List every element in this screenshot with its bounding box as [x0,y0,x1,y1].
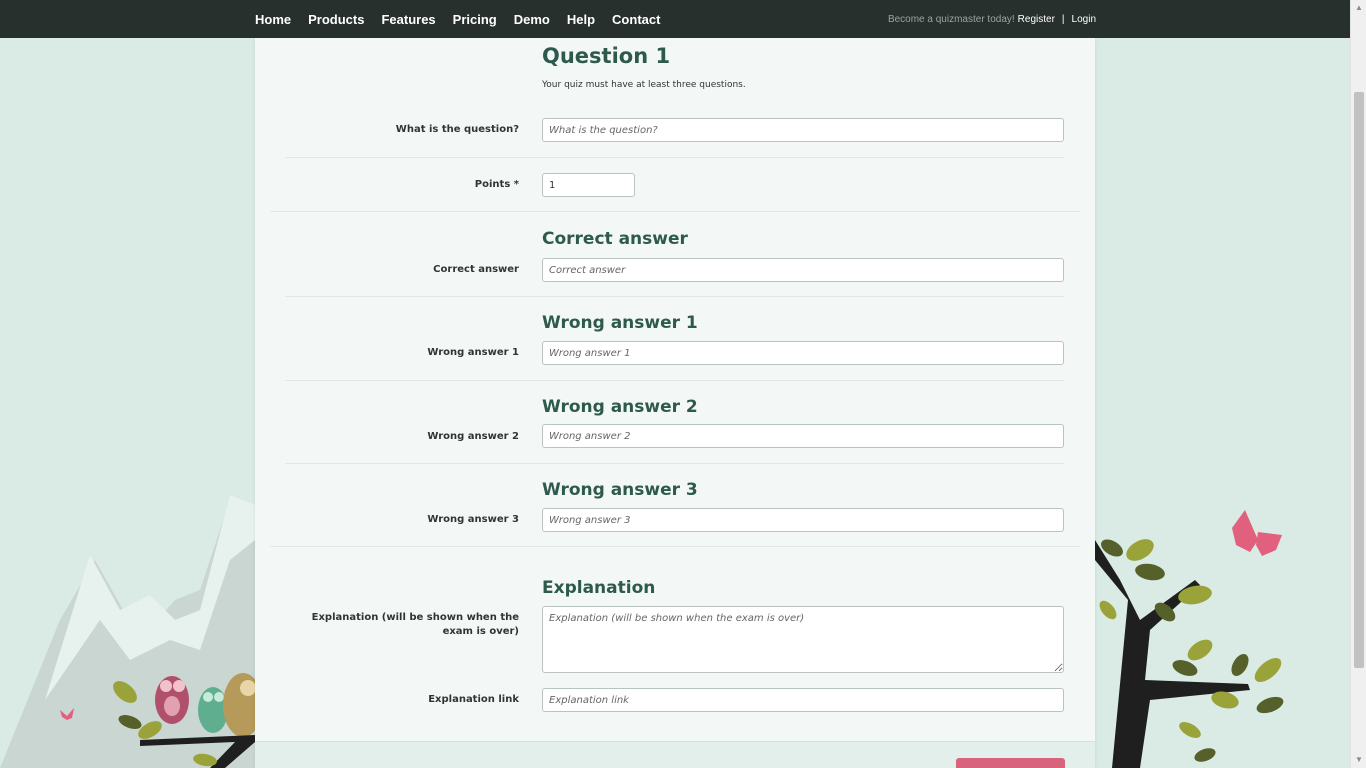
divider [285,380,1064,381]
vertical-scrollbar[interactable]: ▲ ▼ [1350,0,1366,768]
nav-contact[interactable]: Contact [612,12,660,27]
wrong-answer-2-label: Wrong answer 2 [427,431,519,442]
nav-products[interactable]: Products [308,12,364,27]
question-input[interactable] [542,118,1064,142]
divider [285,296,1064,297]
wrong-answer-2-input[interactable] [542,424,1064,448]
divider [285,463,1064,464]
wrong-answer-1-label: Wrong answer 1 [427,347,519,358]
correct-answer-input[interactable] [542,258,1064,282]
main-nav: Home Products Features Pricing Demo Help… [255,0,677,38]
account-links: Become a quizmaster today! Register | Lo… [888,0,1096,38]
nav-home[interactable]: Home [255,12,291,27]
tree-trunk-shape [1095,540,1250,768]
quiz-form-panel: Question 1 Your quiz must have at least … [255,38,1095,768]
scroll-up-icon[interactable]: ▲ [1351,0,1366,16]
nav-demo[interactable]: Demo [514,12,550,27]
points-input[interactable] [542,173,635,197]
correct-answer-title: Correct answer [542,229,688,249]
wrong-answer-1-title: Wrong answer 1 [542,313,698,333]
explanation-label: Explanation (will be shown when the exam… [311,612,519,637]
promo-text: Become a quizmaster today! [887,13,1015,25]
owl-pink-icon [155,676,189,724]
login-link[interactable]: Login [1072,14,1096,25]
correct-answer-label: Correct answer [433,264,519,275]
top-navigation-bar: Home Products Features Pricing Demo Help… [0,0,1350,38]
wrong-answer-3-title: Wrong answer 3 [542,480,698,500]
register-link[interactable]: Register [1018,14,1055,25]
points-label: Points * [474,179,519,190]
scroll-down-icon[interactable]: ▼ [1351,752,1366,768]
explanation-title: Explanation [542,578,656,598]
nav-help[interactable]: Help [567,12,595,27]
section-divider [270,546,1080,547]
question-title: Question 1 [542,44,671,68]
explanation-link-label: Explanation link [428,694,519,705]
wrong-answer-2-title: Wrong answer 2 [542,397,698,417]
submit-button[interactable] [956,758,1065,768]
explanation-textarea[interactable] [542,606,1064,673]
scrollbar-thumb[interactable] [1354,92,1364,668]
wrong-answer-3-input[interactable] [542,508,1064,532]
explanation-link-input[interactable] [542,688,1064,712]
form-footer [255,741,1095,768]
link-separator: | [1061,13,1065,25]
nav-features[interactable]: Features [381,12,435,27]
section-divider [270,211,1080,212]
question-label: What is the question? [395,124,519,135]
divider [285,157,1064,158]
wrong-answer-1-input[interactable] [542,341,1064,365]
nav-pricing[interactable]: Pricing [453,12,497,27]
question-help-text: Your quiz must have at least three quest… [542,80,746,90]
wrong-answer-3-label: Wrong answer 3 [427,514,519,525]
butterfly-large-icon [1232,510,1282,556]
